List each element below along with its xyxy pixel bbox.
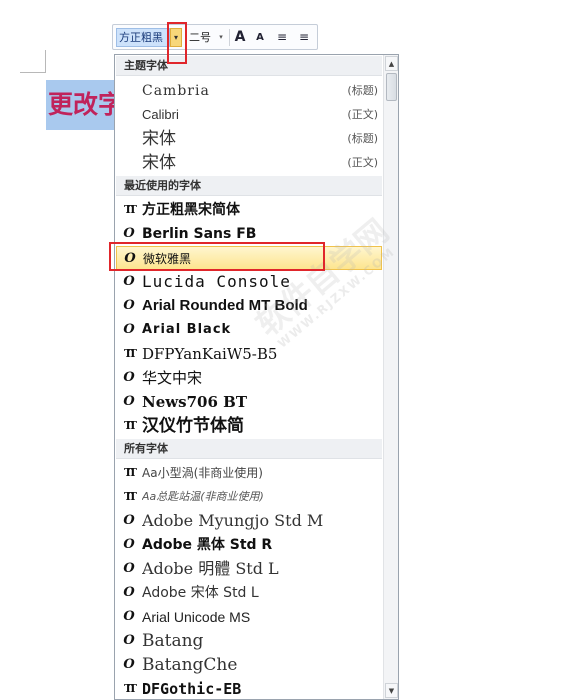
- font-name: Arial Rounded MT Bold: [142, 297, 308, 314]
- font-list-item[interactable]: TT 汉仪竹节体简: [116, 414, 382, 438]
- scroll-up-arrow-icon[interactable]: ▲: [385, 56, 398, 71]
- theme-font-item[interactable]: Calibri (正文): [116, 103, 382, 127]
- opentype-font-icon: O: [123, 633, 135, 648]
- opentype-font-icon: O: [123, 537, 135, 552]
- opentype-font-icon: O: [123, 394, 135, 409]
- font-name: DFPYanKaiW5-B5: [142, 345, 278, 363]
- theme-font-name: Cambria: [142, 83, 210, 99]
- font-size-dropdown-icon[interactable]: ▾: [216, 28, 226, 47]
- font-name: Aa总匙站温(非商业使用): [142, 490, 264, 503]
- font-name-combobox[interactable]: 方正粗黑: [116, 28, 170, 47]
- font-name: BatangChe: [142, 655, 238, 675]
- truetype-font-icon: TT: [124, 490, 137, 503]
- font-name: 华文中宋: [142, 369, 203, 387]
- font-name: News706 BT: [142, 393, 247, 411]
- font-name: Adobe Myungjo Std M: [142, 511, 324, 530]
- theme-font-tag: (正文): [347, 108, 378, 121]
- opentype-font-icon: O: [123, 298, 135, 313]
- font-list-item[interactable]: TT 方正粗黑宋简体: [116, 198, 382, 222]
- theme-font-tag: (正文): [347, 156, 378, 169]
- font-list-item[interactable]: O Batang: [116, 629, 382, 653]
- opentype-font-icon: O: [123, 226, 135, 241]
- font-name: Arial Unicode MS: [142, 609, 251, 625]
- truetype-font-icon: TT: [124, 203, 137, 216]
- theme-font-item[interactable]: 宋体 (正文): [116, 151, 382, 175]
- toolbar-separator: [229, 29, 230, 46]
- opentype-font-icon: O: [123, 585, 135, 600]
- font-list-item[interactable]: TT DFPYanKaiW5-B5: [116, 342, 382, 366]
- grow-font-icon[interactable]: A: [231, 28, 249, 47]
- font-dropdown-button[interactable]: ▾: [170, 28, 182, 47]
- theme-font-name: 宋体: [142, 129, 176, 149]
- word-window: 更改字 方正粗黑 ▾ 二号 ▾ A A ≡ ≡ 主题字体 Cambria (标题…: [0, 0, 562, 700]
- font-list-item[interactable]: O Adobe Myungjo Std M: [116, 509, 382, 533]
- selected-document-text[interactable]: 更改字: [46, 80, 118, 130]
- font-name: Adobe 宋体 Std L: [142, 585, 259, 601]
- font-list-item[interactable]: O Arial Unicode MS: [116, 605, 382, 629]
- font-name: Adobe 黑体 Std R: [142, 537, 273, 553]
- truetype-font-icon: TT: [124, 419, 137, 432]
- font-name: 微软雅黑: [143, 252, 192, 266]
- font-list-item[interactable]: O 华文中宋: [116, 366, 382, 390]
- truetype-font-icon: TT: [124, 682, 137, 695]
- theme-font-name: 宋体: [142, 153, 176, 173]
- font-name: DFGothic-EB: [142, 680, 242, 698]
- font-name: Arial Black: [142, 322, 232, 337]
- margin-guide-horizontal: [20, 72, 46, 73]
- theme-font-tag: (标题): [347, 132, 378, 145]
- truetype-font-icon: TT: [124, 466, 137, 479]
- vertical-scrollbar[interactable]: ▲ ▼: [383, 55, 398, 699]
- font-list-item[interactable]: TT DFGothic-EB: [116, 677, 382, 699]
- opentype-font-icon: O: [123, 274, 135, 289]
- opentype-font-icon: O: [123, 513, 135, 528]
- font-list-item[interactable]: O News706 BT: [116, 390, 382, 414]
- opentype-font-icon: O: [123, 657, 135, 672]
- margin-guide-vertical: [45, 50, 46, 72]
- opentype-font-icon: O: [123, 322, 135, 337]
- font-list-item[interactable]: O Arial Black: [116, 318, 382, 342]
- scroll-thumb[interactable]: [386, 73, 397, 101]
- font-name: Batang: [142, 631, 204, 651]
- font-list-item-selected[interactable]: O 微软雅黑: [116, 246, 382, 270]
- theme-font-tag: (标题): [347, 84, 378, 97]
- font-list-item[interactable]: O Berlin Sans FB: [116, 222, 382, 246]
- increase-indent-icon[interactable]: ≡: [295, 28, 313, 47]
- mini-format-toolbar: 方正粗黑 ▾ 二号 ▾ A A ≡ ≡: [112, 24, 318, 50]
- scroll-down-arrow-icon[interactable]: ▼: [385, 683, 398, 698]
- opentype-font-icon: O: [123, 609, 135, 624]
- font-name: Berlin Sans FB: [142, 226, 257, 242]
- font-name: Aa小型渦(非商业使用): [142, 466, 263, 480]
- font-list-item[interactable]: O Arial Rounded MT Bold: [116, 294, 382, 318]
- font-list-item[interactable]: O Lucida Console: [116, 270, 382, 294]
- opentype-font-icon: O: [124, 251, 136, 266]
- decrease-indent-icon[interactable]: ≡: [273, 28, 291, 47]
- opentype-font-icon: O: [123, 370, 135, 385]
- font-list-item[interactable]: TT Aa总匙站温(非商业使用): [116, 485, 382, 509]
- section-header-recent-fonts: 最近使用的字体: [116, 176, 382, 196]
- font-list-item[interactable]: O Adobe 宋体 Std L: [116, 581, 382, 605]
- font-list-item[interactable]: O Adobe 明體 Std L: [116, 557, 382, 581]
- font-name: Lucida Console: [142, 272, 291, 291]
- truetype-font-icon: TT: [124, 347, 137, 360]
- font-list-item[interactable]: O Adobe 黑体 Std R: [116, 533, 382, 557]
- opentype-font-icon: O: [123, 561, 135, 576]
- section-header-theme-fonts: 主题字体: [116, 56, 382, 76]
- font-list-item[interactable]: TT Aa小型渦(非商业使用): [116, 461, 382, 485]
- shrink-font-icon[interactable]: A: [251, 28, 269, 47]
- theme-font-item[interactable]: Cambria (标题): [116, 79, 382, 103]
- font-name: Adobe 明體 Std L: [142, 559, 279, 578]
- section-header-all-fonts: 所有字体: [116, 439, 382, 459]
- theme-font-item[interactable]: 宋体 (标题): [116, 127, 382, 151]
- font-name: 汉仪竹节体简: [142, 416, 244, 436]
- theme-font-name: Calibri: [142, 107, 179, 122]
- font-dropdown-list: 主题字体 Cambria (标题) Calibri (正文) 宋体 (标题) 宋…: [114, 54, 399, 700]
- font-list-item[interactable]: O BatangChe: [116, 653, 382, 677]
- font-name: 方正粗黑宋简体: [142, 202, 240, 218]
